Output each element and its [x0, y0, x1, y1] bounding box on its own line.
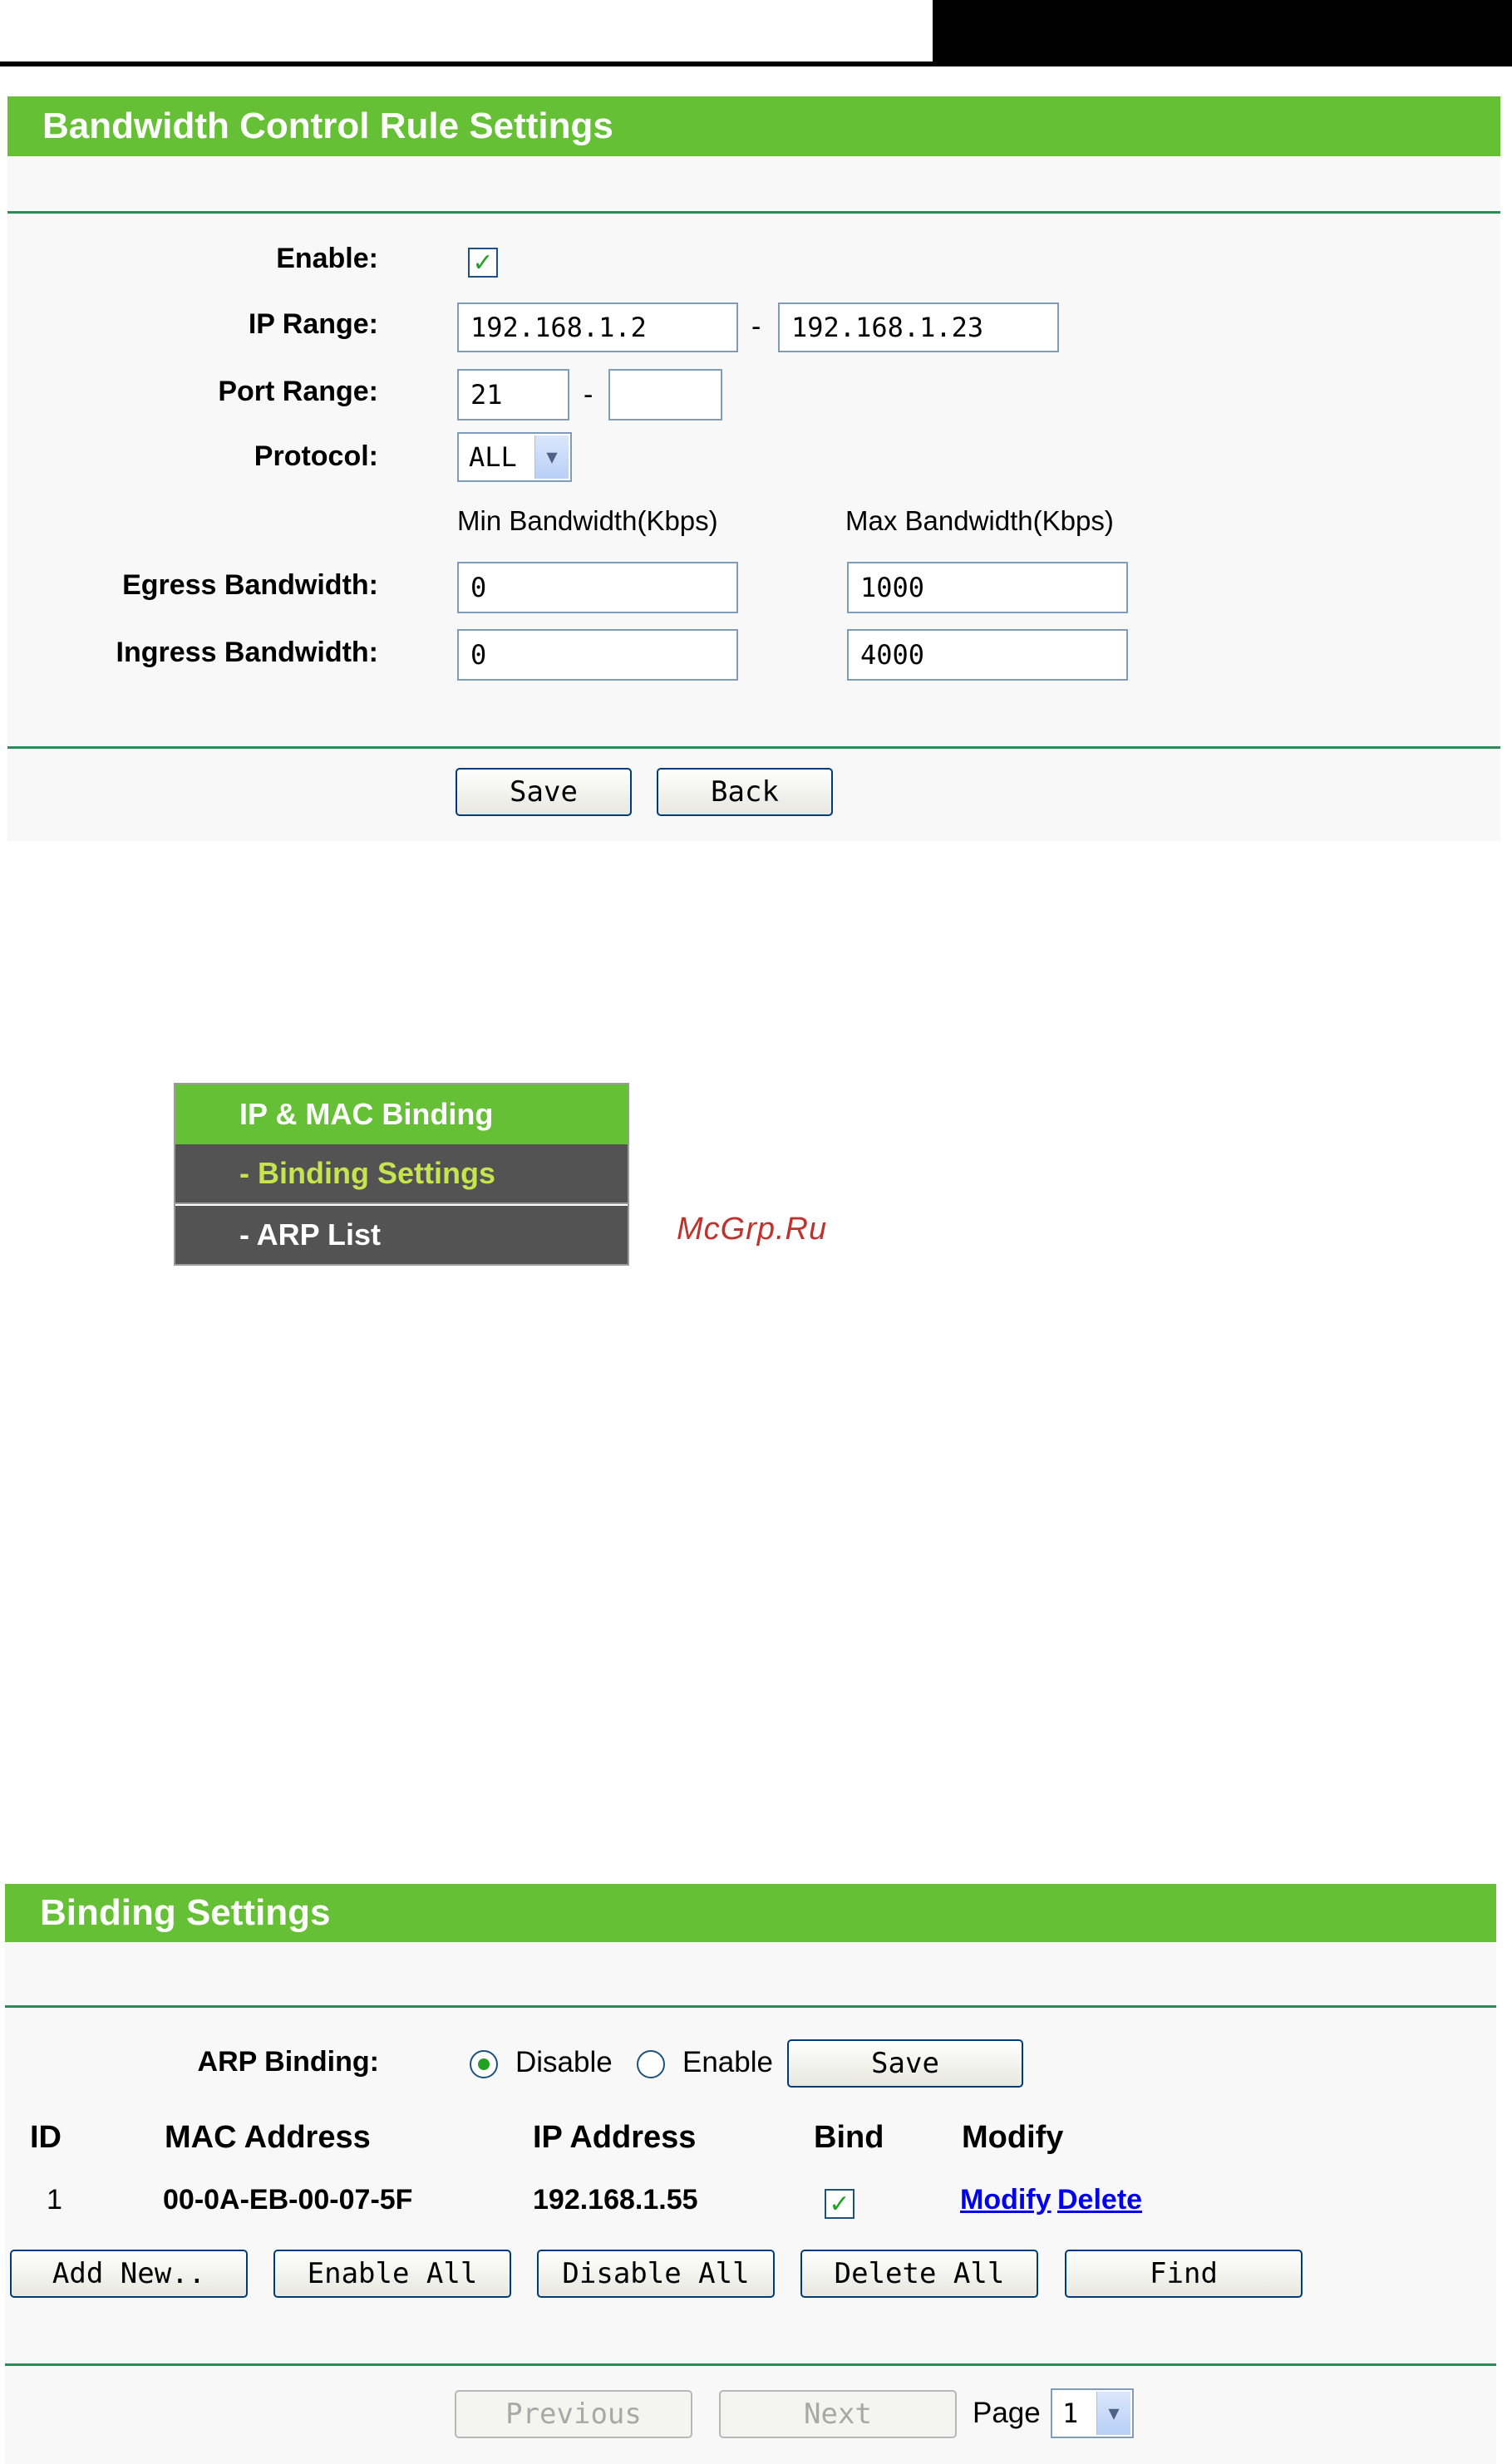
port-start-input[interactable]: 21 — [457, 369, 569, 421]
arp-disable-label: Disable — [515, 2046, 613, 2078]
enable-all-button[interactable]: Enable All — [273, 2250, 511, 2298]
save-button[interactable]: Save — [456, 768, 632, 816]
row-modify-link[interactable]: Modify — [960, 2184, 1052, 2216]
ingress-label: Ingress Bandwidth: — [116, 637, 378, 668]
column-header-ip: IP Address — [533, 2120, 697, 2155]
chevron-down-icon[interactable]: ▼ — [534, 435, 569, 479]
ip-mac-binding-menu: IP & MAC Binding - Binding Settings - AR… — [174, 1083, 629, 1266]
ingress-max-input[interactable]: 4000 — [847, 629, 1128, 681]
menu-item-arp-list[interactable]: - ARP List — [175, 1206, 628, 1264]
add-new-button[interactable]: Add New.. — [10, 2250, 248, 2298]
bandwidth-bottom-divider — [7, 746, 1500, 749]
protocol-label: Protocol: — [254, 440, 378, 472]
column-header-modify: Modify — [962, 2120, 1064, 2155]
page-label: Page — [973, 2397, 1041, 2429]
row-ip: 192.168.1.55 — [533, 2184, 698, 2216]
min-bandwidth-header: Min Bandwidth(Kbps) — [457, 505, 718, 536]
next-button[interactable]: Next — [719, 2390, 957, 2438]
column-header-id: ID — [30, 2120, 62, 2155]
max-bandwidth-header: Max Bandwidth(Kbps) — [845, 505, 1114, 536]
arp-binding-label: ARP Binding: — [197, 2046, 379, 2078]
egress-label: Egress Bandwidth: — [122, 569, 378, 601]
delete-all-button[interactable]: Delete All — [800, 2250, 1038, 2298]
protocol-select[interactable]: ALL ▼ — [457, 432, 572, 482]
row-id: 1 — [47, 2184, 62, 2216]
port-end-input[interactable] — [608, 369, 722, 421]
check-icon: ✓ — [472, 248, 494, 277]
binding-title: Binding Settings — [5, 1884, 1496, 1942]
back-button[interactable]: Back — [657, 768, 833, 816]
binding-top-divider — [5, 2005, 1496, 2008]
arp-enable-label: Enable — [682, 2046, 773, 2078]
menu-item-binding-settings[interactable]: - Binding Settings — [175, 1144, 628, 1204]
port-range-label: Port Range: — [218, 376, 378, 407]
ingress-min-input[interactable]: 0 — [457, 629, 738, 681]
arp-disable-radio[interactable] — [470, 2050, 498, 2078]
row-delete-link[interactable]: Delete — [1057, 2184, 1142, 2216]
binding-panel — [5, 1884, 1496, 2464]
port-range-separator: - — [584, 379, 593, 411]
radio-selected-dot — [478, 2058, 490, 2070]
menu-item-ip-mac-binding[interactable]: IP & MAC Binding — [175, 1084, 628, 1144]
protocol-value: ALL — [469, 441, 517, 473]
disable-all-button[interactable]: Disable All — [537, 2250, 775, 2298]
arp-save-button[interactable]: Save — [787, 2039, 1023, 2088]
page-select[interactable]: 1 ▼ — [1051, 2388, 1134, 2438]
page-value: 1 — [1062, 2398, 1079, 2429]
egress-max-input[interactable]: 1000 — [847, 562, 1128, 613]
check-icon: ✓ — [829, 2190, 850, 2218]
watermark-text: McGrp.Ru — [677, 1212, 828, 1247]
top-black-block — [933, 0, 1512, 65]
find-button[interactable]: Find — [1065, 2250, 1303, 2298]
ip-range-label: IP Range: — [248, 308, 378, 340]
ip-range-separator: - — [751, 311, 761, 342]
arp-enable-radio[interactable] — [637, 2050, 665, 2078]
egress-min-input[interactable]: 0 — [457, 562, 738, 613]
column-header-mac: MAC Address — [165, 2120, 371, 2155]
binding-bottom-divider — [5, 2363, 1496, 2366]
row-mac: 00-0A-EB-00-07-5F — [163, 2184, 413, 2216]
previous-button[interactable]: Previous — [455, 2390, 692, 2438]
bandwidth-top-divider — [7, 211, 1500, 214]
ip-end-input[interactable]: 192.168.1.23 — [778, 302, 1059, 352]
chevron-down-icon[interactable]: ▼ — [1096, 2392, 1130, 2435]
enable-checkbox[interactable]: ✓ — [468, 248, 498, 278]
table-row: 1 00-0A-EB-00-07-5F 192.168.1.55 ✓ Modif… — [0, 2177, 1512, 2227]
enable-label: Enable: — [276, 243, 378, 274]
ip-start-input[interactable]: 192.168.1.2 — [457, 302, 738, 352]
row-bind-checkbox[interactable]: ✓ — [825, 2189, 855, 2219]
bandwidth-title: Bandwidth Control Rule Settings — [7, 96, 1500, 156]
column-header-bind: Bind — [814, 2120, 884, 2155]
